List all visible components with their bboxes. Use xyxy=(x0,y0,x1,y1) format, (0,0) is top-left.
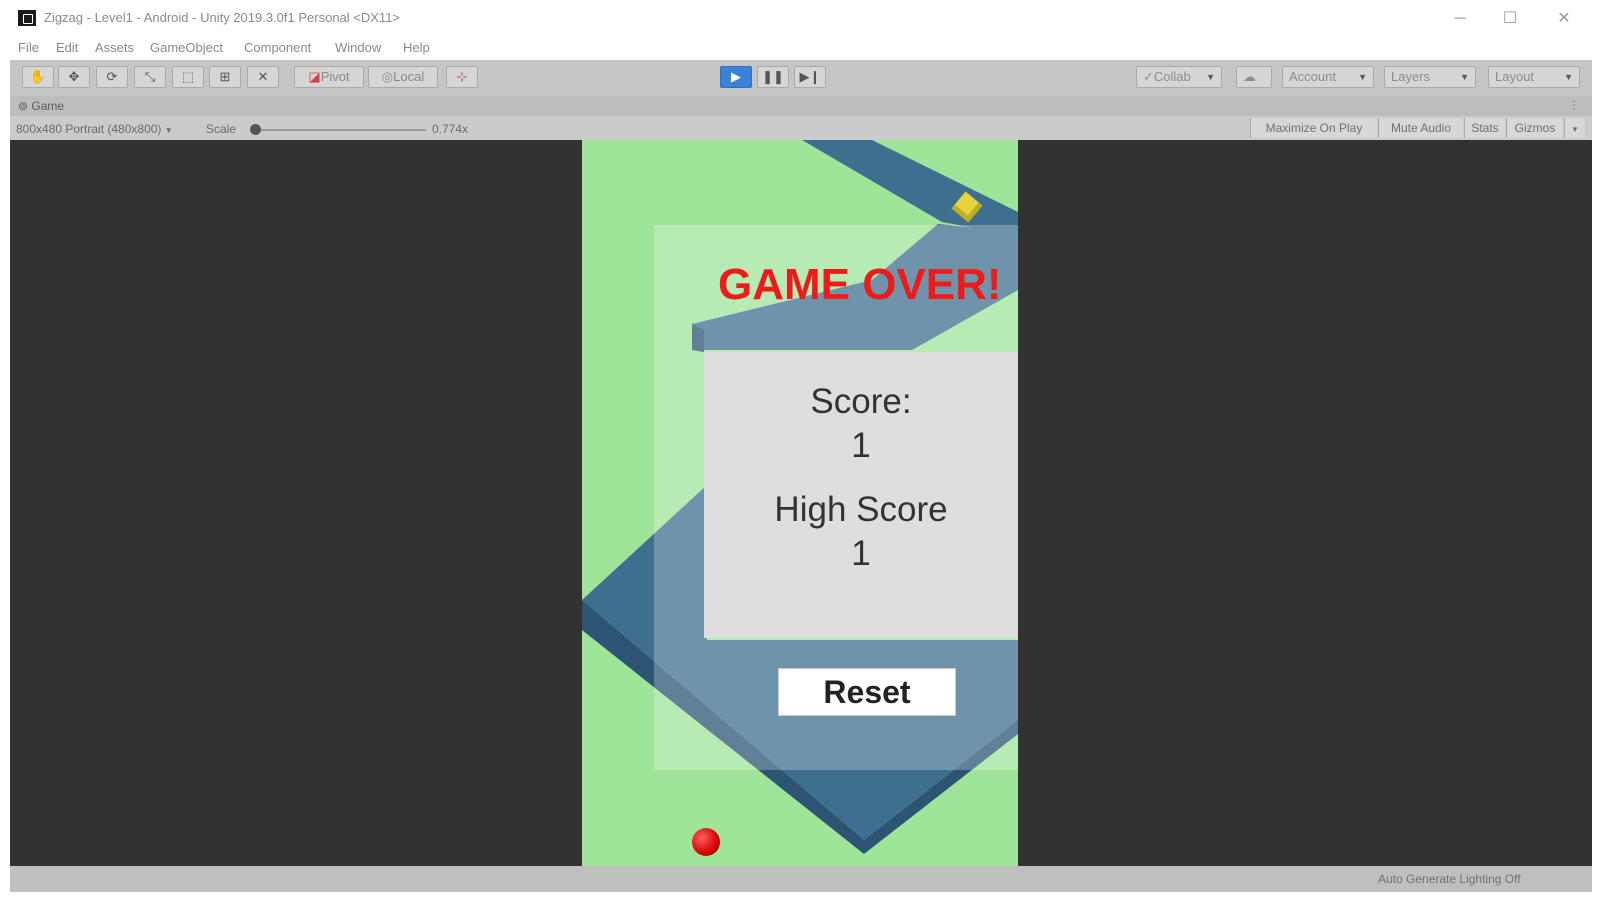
custom-tool-icon: ✕ xyxy=(257,69,269,84)
reset-button[interactable]: Reset xyxy=(778,668,956,716)
game-over-title: GAME OVER! xyxy=(718,260,1002,309)
pivot-button[interactable]: ◪Pivot xyxy=(294,66,364,88)
status-text: Auto Generate Lighting Off xyxy=(1378,872,1521,886)
chevron-down-icon: ▼ xyxy=(1358,72,1367,82)
chevron-down-icon: ▼ xyxy=(1564,72,1573,82)
high-score-label: High Score xyxy=(774,490,948,529)
chevron-down-icon: ▼ xyxy=(1571,125,1579,134)
resolution-dropdown[interactable]: 800x480 Portrait (480x800) ▼ xyxy=(16,122,173,136)
status-bar xyxy=(10,866,1592,892)
custom-tool-button[interactable]: ✕ xyxy=(247,66,279,88)
local-button[interactable]: ◎Local xyxy=(368,66,438,88)
game-screen[interactable]: GAME OVER! Score: 1 High Score 1 Reset xyxy=(582,140,1018,866)
minimize-button[interactable]: ─ xyxy=(1440,6,1480,32)
chevron-down-icon: ▼ xyxy=(164,126,173,135)
chevron-down-icon: ▼ xyxy=(1460,72,1469,82)
hand-icon: ✋ xyxy=(29,69,47,84)
layers-dropdown[interactable]: Layers ▼ xyxy=(1384,66,1476,88)
scale-slider-track[interactable] xyxy=(256,129,426,131)
play-icon: ▶ xyxy=(731,69,741,84)
step-icon: ▶❙ xyxy=(799,69,821,84)
menu-assets[interactable]: Assets xyxy=(95,40,134,55)
pause-icon: ❚❚ xyxy=(762,69,784,84)
pause-button[interactable]: ❚❚ xyxy=(757,66,789,88)
red-ball xyxy=(692,828,720,856)
local-label: Local xyxy=(393,69,425,84)
hand-tool-button[interactable]: ✋ xyxy=(22,66,54,88)
grid-snap-icon: ⊹ xyxy=(456,69,468,84)
rotate-icon: ⟳ xyxy=(106,69,118,84)
menu-file[interactable]: File xyxy=(18,40,39,55)
unity-logo-icon xyxy=(18,10,36,26)
gizmos-dropdown[interactable]: ▼ xyxy=(1564,118,1585,138)
game-controller-icon: ⊚ xyxy=(18,99,32,113)
menu-component[interactable]: Component xyxy=(244,40,311,55)
menu-window[interactable]: Window xyxy=(335,40,381,55)
score-panel: Score: 1 High Score 1 xyxy=(704,352,1018,638)
scale-value: 0.774x xyxy=(432,122,469,136)
play-button[interactable]: ▶ xyxy=(720,66,752,88)
rect-tool-button[interactable]: ⬚ xyxy=(172,66,204,88)
tab-menu-icon[interactable]: ⋮ xyxy=(1568,98,1580,112)
close-button[interactable]: ✕ xyxy=(1544,6,1584,32)
menu-bar xyxy=(0,38,1600,60)
account-dropdown[interactable]: Account ▼ xyxy=(1282,66,1374,88)
menu-help[interactable]: Help xyxy=(403,40,430,55)
account-label: Account xyxy=(1289,69,1336,84)
cloud-button[interactable]: ☁ xyxy=(1236,66,1272,88)
collab-dropdown[interactable]: ✓Collab ▼ xyxy=(1136,66,1222,88)
maximize-on-play-toggle[interactable]: Maximize On Play xyxy=(1250,118,1377,138)
gizmos-toggle[interactable]: Gizmos xyxy=(1506,118,1563,138)
step-button[interactable]: ▶❙ xyxy=(794,66,826,88)
window-title: Zigzag - Level1 - Android - Unity 2019.3… xyxy=(44,10,401,25)
resolution-label: 800x480 Portrait (480x800) xyxy=(16,122,162,136)
layout-label: Layout xyxy=(1495,69,1535,84)
path-segment xyxy=(792,140,1018,236)
mute-audio-toggle[interactable]: Mute Audio xyxy=(1378,118,1463,138)
local-icon: ◎ xyxy=(381,69,394,84)
maximize-button[interactable]: ☐ xyxy=(1490,6,1530,32)
transform-icon: ⊞ xyxy=(219,69,231,84)
transform-tool-button[interactable]: ⊞ xyxy=(209,66,241,88)
scale-label: Scale xyxy=(206,122,237,136)
stats-toggle[interactable]: Stats xyxy=(1464,118,1505,138)
scale-slider-thumb[interactable] xyxy=(250,124,261,135)
high-score-value: 1 xyxy=(851,534,871,573)
snap-button[interactable]: ⊹ xyxy=(446,66,478,88)
scale-tool-button[interactable]: ⤡ xyxy=(134,66,166,88)
tab-game[interactable]: ⊚ Game xyxy=(18,99,64,113)
rect-icon: ⬚ xyxy=(181,69,195,84)
score-label: Score: xyxy=(810,382,912,421)
check-icon: ✓ xyxy=(1143,69,1154,84)
move-icon: ✥ xyxy=(68,69,80,84)
pivot-label: Pivot xyxy=(320,69,350,84)
score-value: 1 xyxy=(851,426,871,465)
menu-gameobject[interactable]: GameObject xyxy=(150,40,223,55)
collab-label: Collab xyxy=(1153,69,1191,84)
menu-edit[interactable]: Edit xyxy=(56,40,78,55)
tab-game-label: Game xyxy=(31,99,65,113)
move-tool-button[interactable]: ✥ xyxy=(58,66,90,88)
layout-dropdown[interactable]: Layout ▼ xyxy=(1488,66,1580,88)
pivot-icon: ◪ xyxy=(308,69,321,84)
rotate-tool-button[interactable]: ⟳ xyxy=(96,66,128,88)
scale-icon: ⤡ xyxy=(144,69,156,84)
cloud-icon: ☁ xyxy=(1243,69,1256,84)
game-tab-strip xyxy=(10,96,1592,116)
layers-label: Layers xyxy=(1391,69,1431,84)
chevron-down-icon: ▼ xyxy=(1206,72,1215,82)
